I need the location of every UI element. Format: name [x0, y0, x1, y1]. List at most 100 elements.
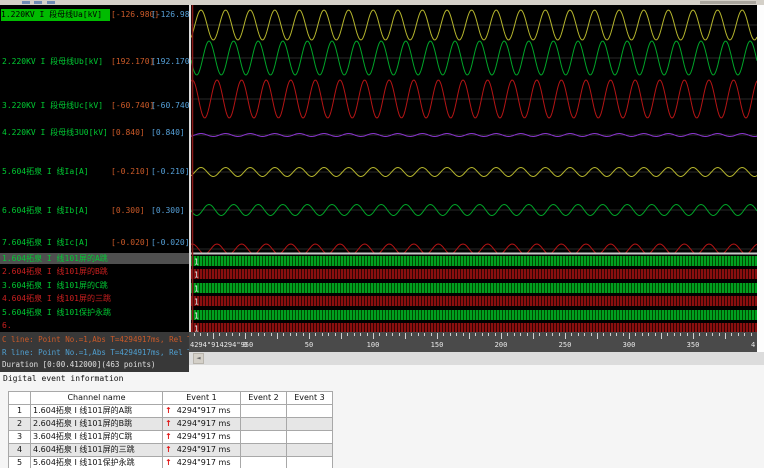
digital-channel-name: 6. [2, 321, 12, 330]
ruler-tick [289, 333, 291, 336]
ruler-tick-label: 100 [366, 341, 380, 349]
ruler-tick-label-partial: 4 [751, 341, 756, 349]
ruler-tick [577, 333, 579, 336]
digital-state-label: 1 [194, 325, 199, 333]
cursor-status-box: C line: Point No.=1,Abs T=4294917ms, Rel… [0, 332, 189, 372]
event3-cell [286, 430, 333, 444]
event2-cell [240, 404, 287, 418]
digital-channel-row[interactable]: 2.604拓泉 I 线101屏的B跳 [0, 266, 189, 277]
ruler-tick-label: 150 [430, 341, 444, 349]
digital-event-table: Channel name Event 1 Event 2 Event 3 1 1.604拓… [8, 391, 333, 468]
toolbar-cropped-icon[interactable] [47, 1, 55, 4]
ruler-tick [341, 333, 342, 339]
ruler-tick [705, 333, 707, 336]
ruler-tick [629, 333, 630, 339]
ruler-tick [481, 333, 483, 336]
analog-channel-name: 1.220KV I 段母线Ua[kV] [1, 9, 110, 21]
digital-state-label: 1 [194, 271, 199, 280]
rising-edge-arrow-icon: ↑ [165, 445, 172, 454]
ruler-tick [488, 333, 490, 336]
ruler-tick [571, 333, 573, 336]
ruler-tick [411, 333, 413, 336]
ruler-tick [264, 333, 266, 336]
channel-label-panel: 1.220KV I 段母线Ua[kV][-126.980][-126.980] 2… [0, 5, 189, 332]
ruler-tick [558, 333, 560, 336]
rising-edge-arrow-icon: ↑ [165, 406, 172, 415]
digital-channel-row[interactable]: 5.604拓泉 I 线101保护永跳 [0, 307, 189, 318]
analog-channel-value-rel: [0.840] [151, 128, 185, 137]
digital-trace-bar [191, 323, 757, 332]
ruler-tick [385, 333, 387, 336]
toolbar-cropped-icon[interactable] [22, 1, 30, 4]
ruler-tick [430, 333, 432, 336]
digital-channel-row[interactable]: 6. [0, 320, 189, 331]
ruler-tick [392, 333, 394, 336]
toolbar-cropped-icon[interactable] [34, 1, 42, 4]
ruler-tick [584, 333, 586, 336]
waveform-plot[interactable]: 1 1 1 1 1 1 [191, 5, 757, 332]
ruler-tick [712, 333, 714, 336]
ruler-tick [321, 333, 323, 336]
ruler-tick [590, 333, 592, 336]
ruler-tick [462, 333, 464, 336]
ruler-tick [373, 333, 374, 339]
analog-channel-row[interactable]: 7.604拓泉 I 线Ic[A] [-0.020] [-0.020] [0, 237, 189, 249]
ruler-tick [277, 333, 278, 339]
digital-channel-name: 5.604拓泉 I 线101保护永跳 [2, 308, 111, 317]
rising-edge-arrow-icon: ↑ [165, 458, 172, 467]
horizontal-scrollbar[interactable]: ◄ [188, 352, 764, 365]
row-number-cell: 1 [8, 404, 31, 418]
ruler-tick [225, 333, 227, 336]
ruler-tick [309, 333, 310, 339]
rising-edge-arrow-icon: ↑ [165, 432, 172, 441]
time-axis-ruler[interactable]: 4294"914294"950 0 50 100 150 200 250 300 350 4 [188, 332, 757, 352]
analog-channel-row[interactable]: 4.220KV I 段母线3U0[kV] [0.840] [0.840] [0, 127, 189, 139]
table-row[interactable]: 5 5.604拓泉 I 线101保护永跳 ↑ 4294"917 ms [8, 456, 333, 468]
duration-status: Duration [0:00.412000](463 points) [2, 360, 156, 369]
analog-channel-row[interactable]: 5.604拓泉 I 线Ia[A] [-0.210] [-0.210] [0, 166, 189, 178]
analog-channel-row[interactable]: 1.220KV I 段母线Ua[kV][-126.980][-126.980] [0, 9, 189, 21]
table-row[interactable]: 4 4.604拓泉 I 线101屏的三跳 ↑ 4294"917 ms [8, 443, 333, 457]
ruler-tick [597, 333, 598, 339]
ruler-tick [405, 333, 406, 339]
ruler-tick [622, 333, 624, 336]
digital-channel-name: 3.604拓泉 I 线101屏的C跳 [2, 281, 108, 290]
event1-cell: ↑ 4294"917 ms [162, 417, 241, 431]
scroll-left-button[interactable]: ◄ [193, 353, 204, 364]
table-header-cell: Event 2 [240, 391, 287, 405]
table-header-cell: Event 1 [162, 391, 241, 405]
ruler-tick [648, 333, 650, 336]
ruler-tick [520, 333, 522, 336]
table-row[interactable]: 2 2.604拓泉 I 线101屏的B跳 ↑ 4294"917 ms [8, 417, 333, 431]
ruler-tick [443, 333, 445, 336]
ruler-tick [494, 333, 496, 336]
digital-channel-row[interactable]: 4.604拓泉 I 线101屏的三跳 [0, 293, 189, 304]
table-header-cell: Event 3 [286, 391, 333, 405]
ruler-tick-label: 50 [304, 341, 314, 349]
channel-name-cell: 5.604拓泉 I 线101保护永跳 [30, 456, 163, 468]
event2-cell [240, 417, 287, 431]
ruler-tick [283, 333, 285, 336]
analog-channel-row[interactable]: 2.220KV I 段母线Ub[kV] [192.170][192.170] [0, 56, 189, 68]
event3-cell [286, 417, 333, 431]
digital-event-title: Digital event information [3, 374, 124, 383]
ruler-tick [501, 333, 502, 339]
ruler-tick [270, 333, 272, 336]
digital-channel-row[interactable]: 3.604拓泉 I 线101屏的C跳 [0, 280, 189, 291]
ruler-tick [302, 333, 304, 336]
ruler-tick [398, 333, 400, 336]
analog-channel-row[interactable]: 3.220KV I 段母线Uc[kV] [-60.740][-60.740] [0, 100, 189, 112]
analog-channel-row[interactable]: 6.604拓泉 I 线Ib[A] [0.300] [0.300] [0, 205, 189, 217]
channel-name-cell: 2.604拓泉 I 线101屏的B跳 [30, 417, 163, 431]
ruler-tick [609, 333, 611, 336]
ruler-tick [718, 333, 720, 336]
ruler-tick [616, 333, 618, 336]
table-row[interactable]: 3 3.604拓泉 I 线101屏的C跳 ↑ 4294"917 ms [8, 430, 333, 444]
table-row[interactable]: 1 1.604拓泉 I 线101屏的A跳 ↑ 4294"917 ms [8, 404, 333, 418]
analog-channel-value-abs: [192.170] [111, 57, 155, 66]
analog-channel-value-abs: [-60.740] [111, 101, 155, 110]
ruler-tick [437, 333, 438, 339]
analog-channel-value-abs: [-0.210] [111, 167, 150, 176]
digital-channel-row[interactable]: 1.604拓泉 I 线101屏的A跳 [0, 253, 189, 264]
analog-channel-name: 3.220KV I 段母线Uc[kV] [2, 101, 104, 110]
